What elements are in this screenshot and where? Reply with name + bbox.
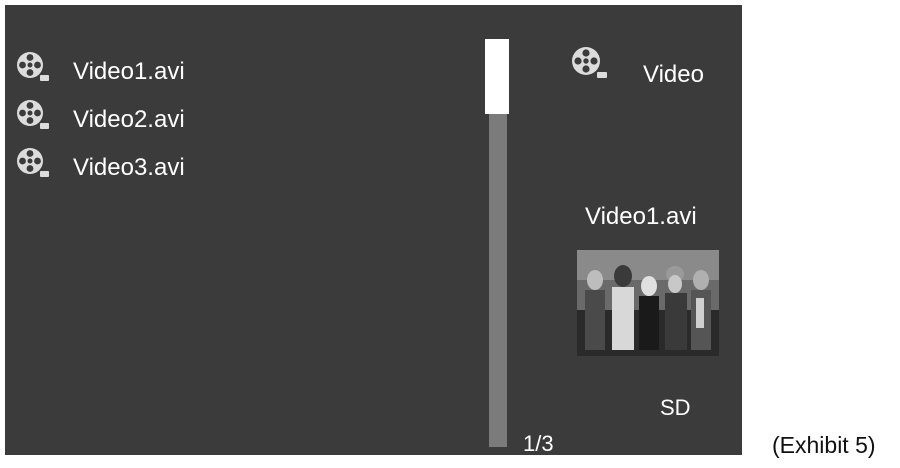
- exhibit-caption: (Exhibit 5): [772, 432, 876, 458]
- file-item-video2[interactable]: Video2.avi: [15, 98, 455, 138]
- selected-file-name: Video1.avi: [585, 203, 697, 230]
- file-item-video3[interactable]: Video3.avi: [15, 146, 455, 186]
- media-type-label: Video: [643, 61, 704, 88]
- video-thumbnail: [577, 250, 719, 356]
- scrollbar-thumb[interactable]: [485, 39, 509, 114]
- quality-label: SD: [660, 395, 691, 420]
- file-item-label: Video2.avi: [73, 106, 185, 133]
- film-reel-icon: [17, 100, 49, 129]
- page-indicator: 1/3: [523, 431, 554, 455]
- file-item-label: Video3.avi: [73, 154, 185, 181]
- file-item-video1[interactable]: Video1.avi: [15, 50, 455, 90]
- film-reel-icon: [17, 148, 49, 177]
- film-reel-icon: [17, 52, 49, 81]
- film-reel-icon: [572, 47, 607, 78]
- file-item-label: Video1.avi: [73, 58, 185, 85]
- media-player-screen: Video1.avi Video2.avi Video3.avi 1/3 Vid…: [5, 5, 742, 455]
